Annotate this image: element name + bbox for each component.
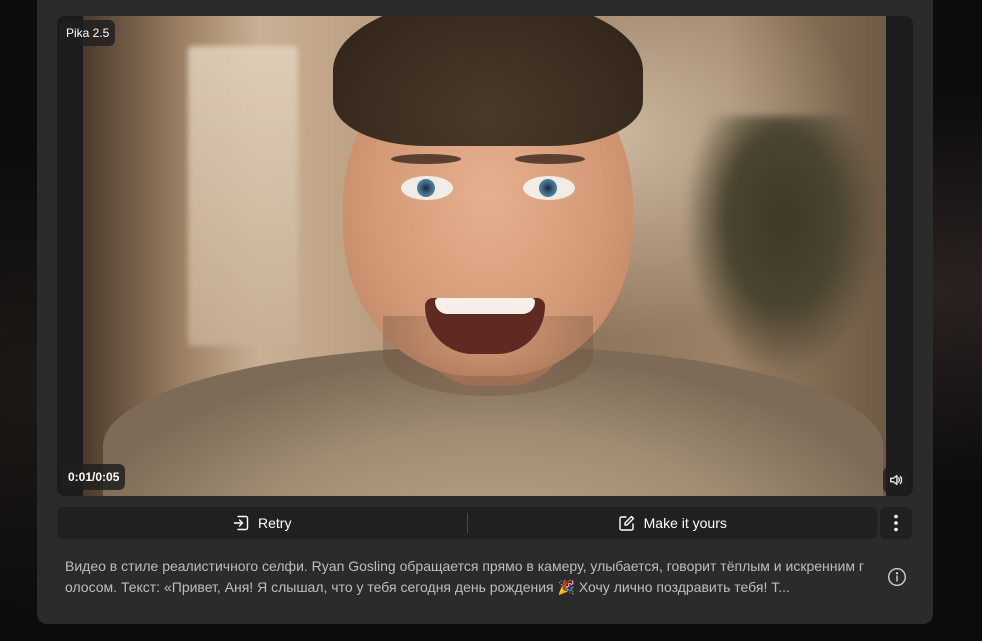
action-bar: Retry Make it yours (57, 507, 877, 539)
info-button[interactable] (886, 566, 908, 588)
video-frame[interactable] (83, 16, 886, 496)
playback-time: 0:01/0:05 (62, 464, 126, 490)
retry-icon (233, 515, 249, 531)
subject-left-eye (401, 176, 453, 200)
volume-button[interactable] (883, 467, 909, 493)
model-badge: Pika 2.5 (60, 20, 116, 46)
retry-button[interactable]: Retry (57, 507, 467, 539)
info-icon (887, 567, 907, 587)
make-it-yours-button[interactable]: Make it yours (468, 507, 878, 539)
edit-icon (618, 515, 634, 531)
more-vertical-icon (894, 514, 898, 532)
more-options-button[interactable] (880, 507, 912, 539)
background-plant (683, 116, 883, 376)
subject-right-brow (515, 154, 585, 164)
subject-right-eye (523, 176, 575, 200)
make-it-yours-label: Make it yours (643, 515, 727, 531)
video-player[interactable]: Pika 2.5 0:01/0:05 (57, 16, 913, 496)
subject-hair (333, 16, 643, 146)
speaker-icon (890, 475, 903, 485)
background-door (188, 46, 298, 346)
subject-left-brow (391, 154, 461, 164)
retry-label: Retry (258, 515, 292, 531)
prompt-text[interactable]: Видео в стиле реалистичного селфи. Ryan … (65, 556, 865, 598)
